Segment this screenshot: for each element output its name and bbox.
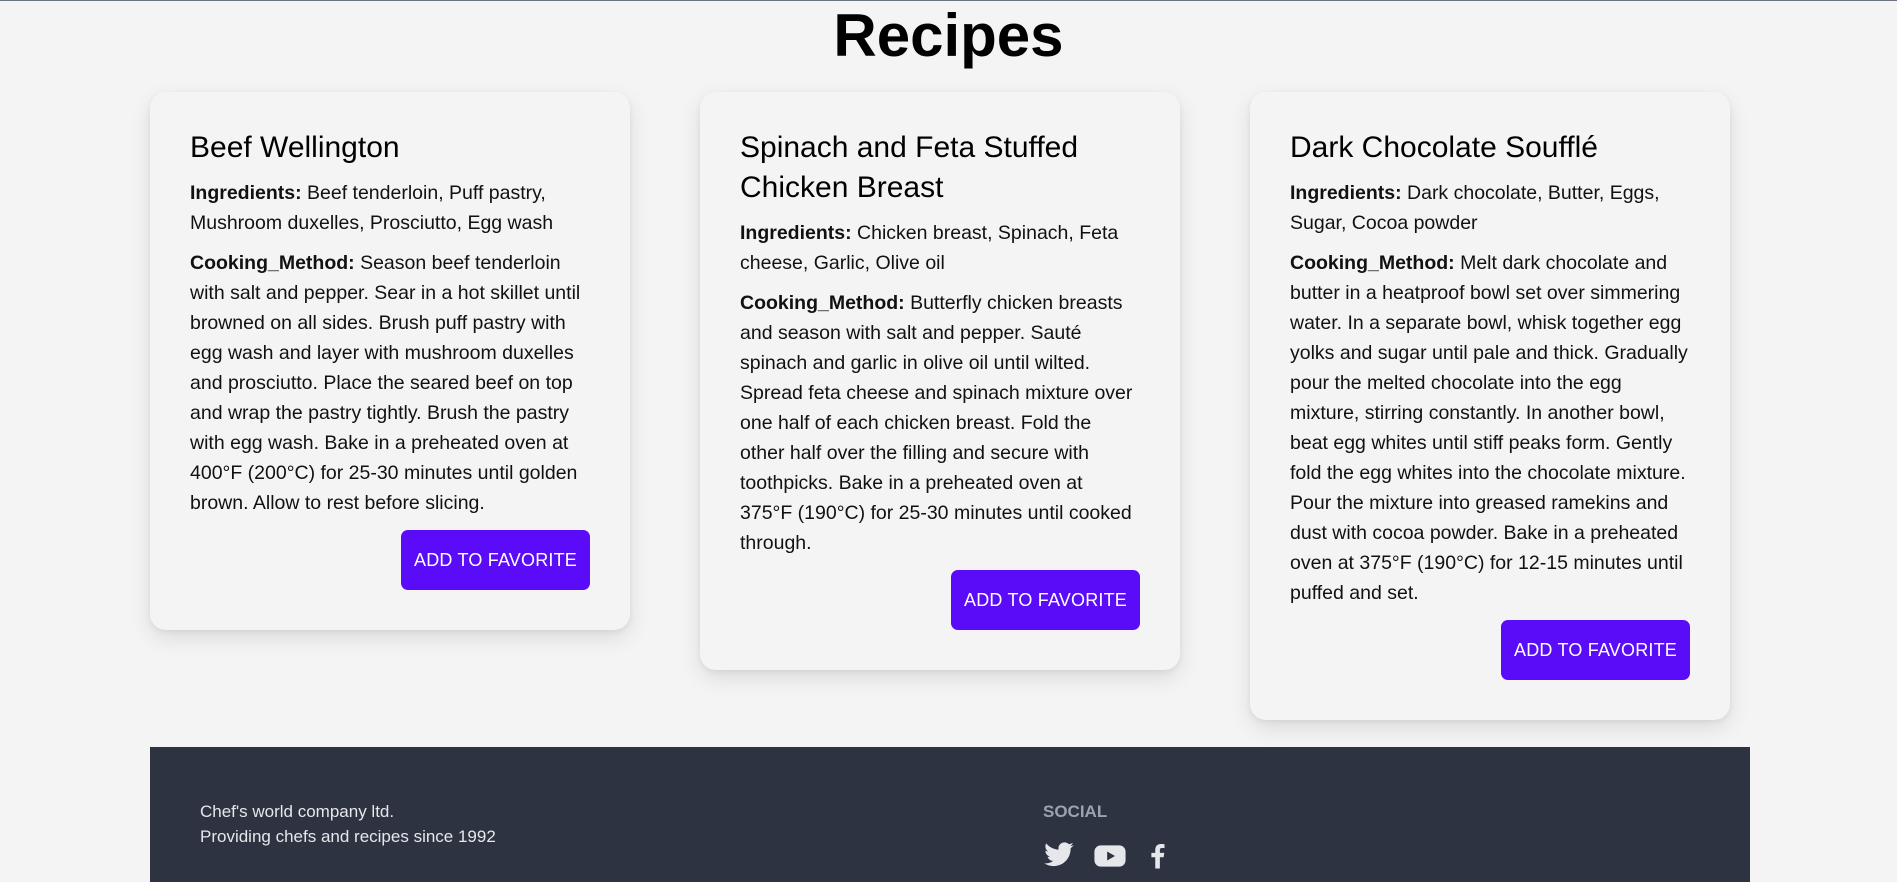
method-label: Cooking_Method: xyxy=(740,292,905,314)
recipe-ingredients: Ingredients: Beef tenderloin, Puff pastr… xyxy=(190,178,590,238)
recipe-title: Dark Chocolate Soufflé xyxy=(1290,131,1598,164)
recipe-ingredients: Ingredients: Chicken breast, Spinach, Fe… xyxy=(740,218,1140,278)
recipe-method: Cooking_Method: Season beef tenderloin w… xyxy=(190,248,590,518)
method-text: Melt dark chocolate and butter in a heat… xyxy=(1290,252,1688,604)
social-heading: SOCIAL xyxy=(1043,802,1108,821)
recipe-method: Cooking_Method: Melt dark chocolate and … xyxy=(1290,248,1690,608)
button-row: ADD TO FAVORITE xyxy=(1290,620,1690,680)
recipe-card: Spinach and Feta Stuffed Chicken Breast … xyxy=(700,92,1180,670)
method-text: Season beef tenderloin with salt and pep… xyxy=(190,252,581,514)
footer: Chef's world company ltd. Providing chef… xyxy=(150,747,1750,882)
method-label: Cooking_Method: xyxy=(190,252,355,274)
button-row: ADD TO FAVORITE xyxy=(740,570,1140,630)
recipe-title: Spinach and Feta Stuffed Chicken Breast xyxy=(740,131,1079,204)
recipe-title: Beef Wellington xyxy=(190,131,400,164)
method-label: Cooking_Method: xyxy=(1290,252,1455,274)
ingredients-label: Ingredients: xyxy=(190,182,302,204)
recipe-card: Dark Chocolate Soufflé Ingredients: Dark… xyxy=(1250,92,1730,720)
add-to-favorite-button[interactable]: ADD TO FAVORITE xyxy=(401,530,590,590)
method-text: Butterfly chicken breasts and season wit… xyxy=(740,292,1133,554)
social-links xyxy=(1043,839,1177,873)
recipe-card: Beef Wellington Ingredients: Beef tender… xyxy=(150,92,630,630)
page-title: Recipes xyxy=(833,2,1064,69)
company-tagline: Providing chefs and recipes since 1992 xyxy=(200,827,496,846)
add-to-favorite-button[interactable]: ADD TO FAVORITE xyxy=(1501,620,1690,680)
button-row: ADD TO FAVORITE xyxy=(190,530,590,590)
youtube-icon[interactable] xyxy=(1093,839,1127,873)
ingredients-label: Ingredients: xyxy=(1290,182,1402,204)
add-to-favorite-button[interactable]: ADD TO FAVORITE xyxy=(951,570,1140,630)
company-name: Chef's world company ltd. xyxy=(200,802,395,821)
recipe-ingredients: Ingredients: Dark chocolate, Butter, Egg… xyxy=(1290,178,1690,238)
company-info: Chef's world company ltd. Providing chef… xyxy=(200,799,496,849)
twitter-icon[interactable] xyxy=(1043,839,1077,873)
ingredients-label: Ingredients: xyxy=(740,222,852,244)
facebook-icon[interactable] xyxy=(1143,839,1177,873)
recipe-method: Cooking_Method: Butterfly chicken breast… xyxy=(740,288,1140,558)
